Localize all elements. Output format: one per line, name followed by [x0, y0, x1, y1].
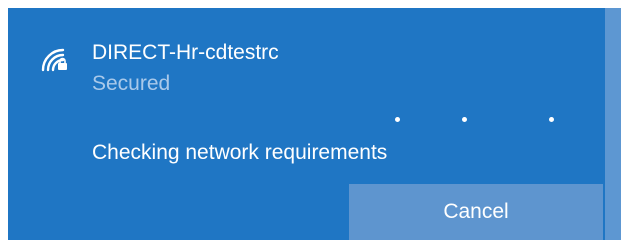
- panel-edge-strip: [605, 8, 621, 240]
- progress-message: Checking network requirements: [92, 141, 388, 164]
- cancel-button[interactable]: Cancel: [349, 184, 603, 240]
- progress-dot: [395, 117, 400, 122]
- network-connect-flyout: DIRECT-Hr-cdtestrc Secured Checking netw…: [0, 0, 621, 240]
- progress-dot: [549, 117, 554, 122]
- wifi-secured-icon: [37, 44, 69, 76]
- network-status: Secured: [92, 72, 171, 95]
- network-name: DIRECT-Hr-cdtestrc: [92, 41, 279, 64]
- progress-dot: [462, 117, 467, 122]
